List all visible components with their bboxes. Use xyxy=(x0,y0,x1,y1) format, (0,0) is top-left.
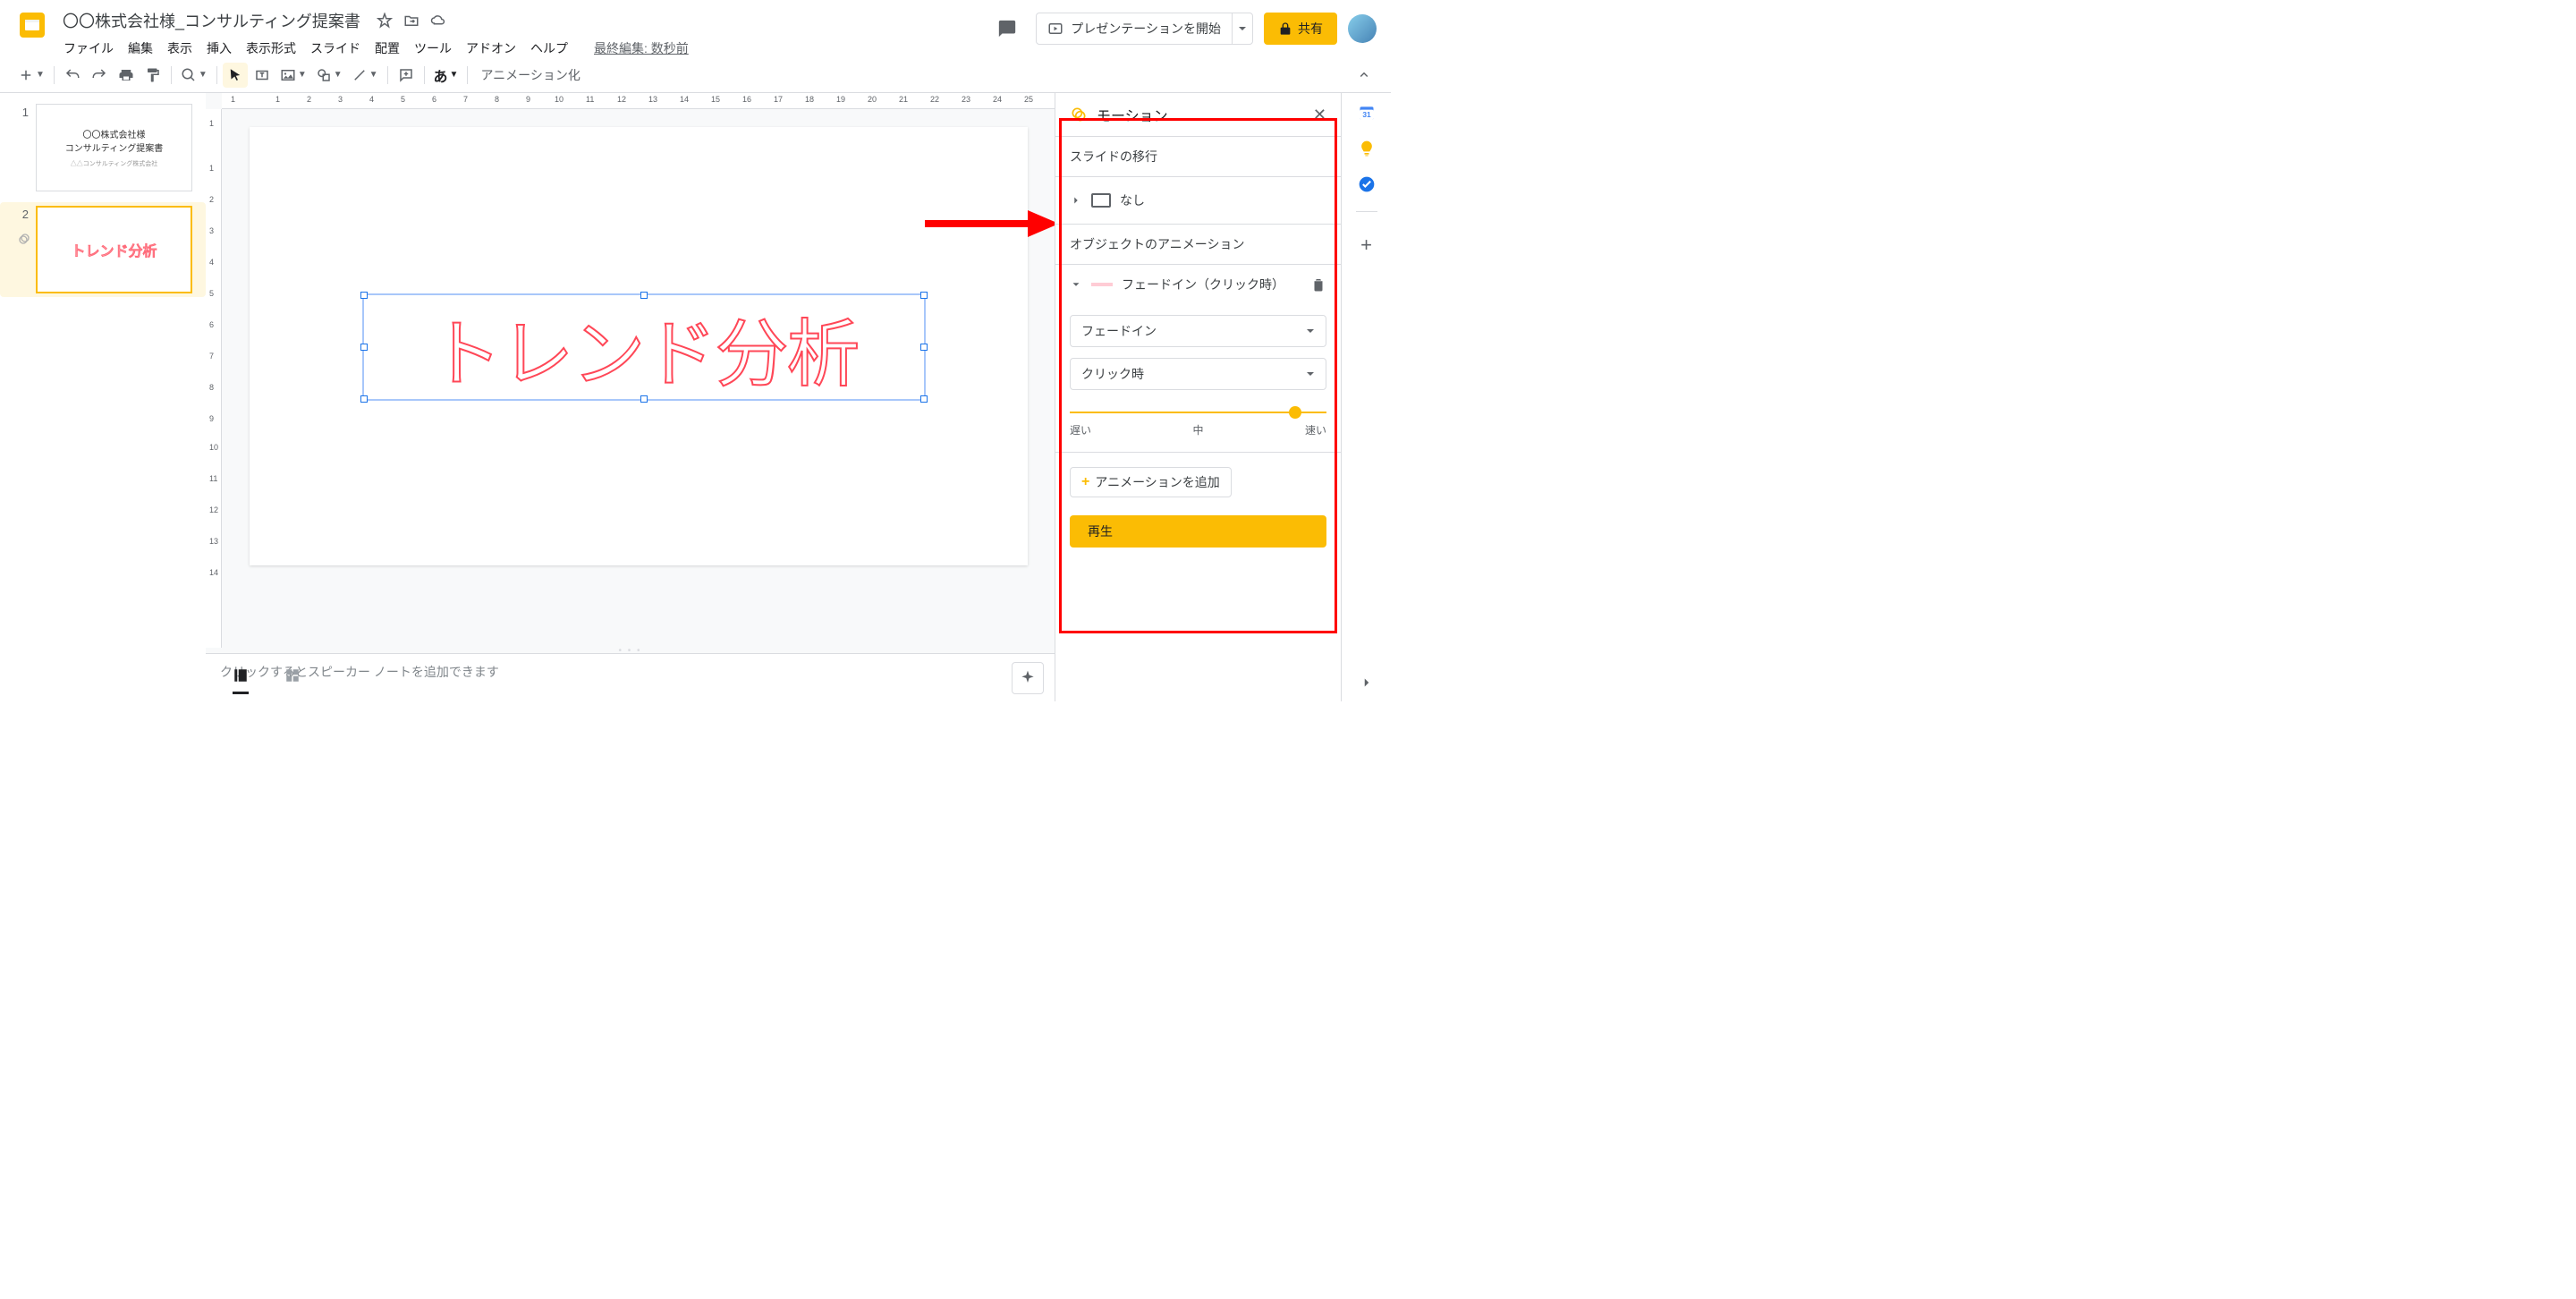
animation-item[interactable]: フェードイン（クリック時） xyxy=(1055,264,1341,304)
tasks-icon[interactable] xyxy=(1358,175,1376,193)
filmstrip-view-toggle[interactable] xyxy=(233,667,249,694)
slider-thumb[interactable] xyxy=(1289,406,1301,419)
transition-section-label: スライドの移行 xyxy=(1070,148,1326,166)
select-tool[interactable] xyxy=(223,63,248,88)
grid-view-toggle[interactable] xyxy=(284,667,301,694)
menu-file[interactable]: ファイル xyxy=(57,36,120,61)
menu-edit[interactable]: 編集 xyxy=(122,36,159,61)
menu-slide[interactable]: スライド xyxy=(304,36,367,61)
keep-icon[interactable] xyxy=(1358,140,1376,157)
text-box-selected[interactable]: トレンド分析 xyxy=(362,293,926,401)
animate-button[interactable]: アニメーション化 xyxy=(473,63,587,88)
textbox-tool[interactable] xyxy=(250,63,275,88)
delete-icon[interactable] xyxy=(1310,276,1326,293)
menu-tools[interactable]: ツール xyxy=(408,36,458,61)
add-animation-button[interactable]: + アニメーションを追加 xyxy=(1070,467,1232,497)
speaker-notes[interactable]: クリックするとスピーカー ノートを追加できます xyxy=(206,653,1055,701)
star-icon[interactable] xyxy=(377,13,393,29)
slide-canvas[interactable]: トレンド分析 xyxy=(250,127,1028,565)
last-edit-link[interactable]: 最終編集: 数秒前 xyxy=(594,39,689,57)
play-button[interactable]: 再生 xyxy=(1070,515,1326,548)
chevron-down-icon xyxy=(1306,327,1315,335)
chevron-down-icon xyxy=(1306,369,1315,378)
chevron-down-icon xyxy=(1070,278,1082,291)
speed-slider[interactable]: 遅い 中 速い xyxy=(1070,412,1326,437)
plus-icon: + xyxy=(1081,474,1089,490)
chevron-right-icon xyxy=(1070,194,1082,207)
object-anim-section-label: オブジェクトのアニメーション xyxy=(1070,235,1326,253)
filmstrip[interactable]: 1 〇〇株式会社様 コンサルティング提案書 △△コンサルティング株式会社 2 ト… xyxy=(0,93,206,701)
move-folder-icon[interactable] xyxy=(403,13,419,29)
menu-format[interactable]: 表示形式 xyxy=(240,36,302,61)
close-panel-button[interactable]: ✕ xyxy=(1313,106,1326,124)
new-slide-button[interactable]: ▼ xyxy=(14,63,48,88)
cloud-status-icon[interactable] xyxy=(430,13,446,29)
zoom-button[interactable]: ▼ xyxy=(177,63,211,88)
paint-format-button[interactable] xyxy=(140,63,165,88)
line-tool[interactable]: ▼ xyxy=(348,63,382,88)
explore-button[interactable] xyxy=(1012,662,1044,694)
animation-start-select[interactable]: クリック時 xyxy=(1070,358,1326,390)
motion-panel-title: モーション xyxy=(1097,104,1304,125)
annotation-arrow xyxy=(920,206,1055,242)
hide-side-panel-button[interactable] xyxy=(1359,675,1375,691)
menu-addons[interactable]: アドオン xyxy=(460,36,522,61)
user-avatar[interactable] xyxy=(1348,14,1377,43)
input-tool[interactable]: あ▼ xyxy=(430,63,462,88)
slide-icon xyxy=(1091,193,1111,208)
image-tool[interactable]: ▼ xyxy=(276,63,310,88)
slide-number: 1 xyxy=(14,104,29,191)
transition-item[interactable]: なし xyxy=(1055,176,1341,224)
doc-title[interactable]: 〇〇株式会社様_コンサルティング提案書 xyxy=(57,7,366,34)
side-panel: 31 + xyxy=(1341,93,1391,701)
calendar-icon[interactable]: 31 xyxy=(1358,104,1376,122)
undo-button[interactable] xyxy=(60,63,85,88)
add-addon-button[interactable]: + xyxy=(1360,233,1372,257)
ruler-vertical: 11234567891011121314 xyxy=(206,109,222,648)
present-button[interactable]: プレゼンテーションを開始 xyxy=(1036,13,1253,45)
animation-indicator-icon xyxy=(16,233,30,247)
menu-insert[interactable]: 挿入 xyxy=(200,36,238,61)
app-logo[interactable] xyxy=(14,7,50,43)
collapse-toolbar-button[interactable] xyxy=(1352,63,1377,88)
ruler-horizontal: 1123456789101112131415161718192021222324… xyxy=(222,93,1055,109)
menu-arrange[interactable]: 配置 xyxy=(369,36,406,61)
play-rect-icon xyxy=(1047,21,1063,37)
present-label: プレゼンテーションを開始 xyxy=(1071,20,1221,38)
menu-view[interactable]: 表示 xyxy=(161,36,199,61)
present-dropdown[interactable] xyxy=(1232,13,1252,44)
redo-button[interactable] xyxy=(87,63,112,88)
slide-thumb-1[interactable]: 〇〇株式会社様 コンサルティング提案書 △△コンサルティング株式会社 xyxy=(36,104,192,191)
slide-thumb-2[interactable]: トレンド分析 xyxy=(36,206,192,293)
slide-number: 2 xyxy=(14,206,29,293)
print-button[interactable] xyxy=(114,63,139,88)
comments-button[interactable] xyxy=(989,11,1025,47)
motion-icon xyxy=(1070,106,1088,123)
lock-icon xyxy=(1278,21,1292,36)
share-button[interactable]: 共有 xyxy=(1264,13,1337,45)
comment-tool[interactable] xyxy=(394,63,419,88)
share-label: 共有 xyxy=(1298,20,1323,38)
shape-tool[interactable]: ▼ xyxy=(312,63,346,88)
slide-text: トレンド分析 xyxy=(428,294,858,401)
animation-type-select[interactable]: フェードイン xyxy=(1070,315,1326,347)
motion-panel: モーション ✕ スライドの移行 なし オブジェクトのアニメーション フェードイン… xyxy=(1055,93,1341,701)
anim-preview-icon xyxy=(1091,283,1113,286)
svg-text:31: 31 xyxy=(1362,110,1371,119)
menu-help[interactable]: ヘルプ xyxy=(524,36,574,61)
